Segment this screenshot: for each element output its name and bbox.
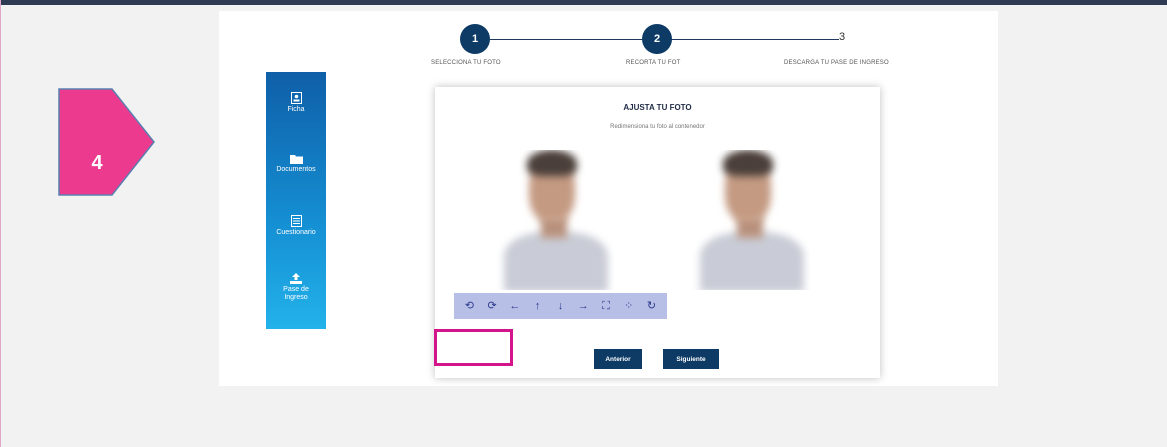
portal-page: 1 2 3 SELECCIONA TU FOTO RECORTA TU FOT … [219, 11, 998, 386]
sidebar-item-documentos[interactable]: Documentos [266, 154, 326, 174]
sidebar-item-cuestionario[interactable]: Cuestionario [266, 215, 326, 237]
rotate-right-icon[interactable]: ⟳ [484, 300, 500, 312]
step-1-circle[interactable]: 1 [460, 24, 490, 54]
stepper-line-2 [671, 39, 839, 40]
next-button-highlight [434, 329, 513, 366]
step-1-number: 1 [471, 33, 479, 45]
step-3-label: DESCARGA TU PASE DE INGRESO [784, 60, 889, 66]
step-marker-shape [58, 88, 155, 196]
arrow-up-icon[interactable]: ↑ [530, 300, 546, 312]
id-card-icon [290, 92, 302, 104]
reset-icon[interactable]: ↻ [644, 300, 660, 312]
folder-icon [289, 155, 303, 164]
sidebar-item-ficha[interactable]: Ficha [266, 92, 326, 114]
arrow-left-icon[interactable]: ← [507, 300, 523, 312]
photo-crop-source[interactable] [496, 150, 614, 290]
sidebar-item-label: Documentos [276, 166, 316, 173]
list-icon [290, 215, 302, 227]
photo-preview [692, 150, 810, 290]
next-button[interactable]: Siguiente [663, 349, 719, 369]
window-top-border [0, 0, 1167, 5]
sidebar-menu: Ficha Documentos Cuestionario Pase de In… [266, 72, 326, 329]
previous-button[interactable]: Anterior [594, 349, 642, 369]
arrow-right-icon[interactable]: → [575, 300, 591, 312]
upload-icon [290, 273, 302, 284]
step-marker-number: 4 [91, 152, 103, 174]
arrow-down-icon[interactable]: ↓ [552, 300, 568, 312]
step-1-label: SELECCIONA TU FOTO [431, 60, 501, 66]
rotate-left-icon[interactable]: ⟲ [461, 300, 477, 312]
zoom-in-icon[interactable]: ⛶ [598, 300, 614, 312]
stepper-line-1 [490, 39, 643, 40]
step-2-circle[interactable]: 2 [642, 24, 672, 54]
progress-stepper: 1 2 3 SELECCIONA TU FOTO RECORTA TU FOT … [219, 11, 998, 81]
step-marker: 4 [58, 88, 156, 196]
sidebar-item-label: Ficha [287, 106, 305, 113]
step-2-label: RECORTA TU FOT [626, 60, 681, 66]
step-2-number: 2 [653, 33, 661, 45]
slide-left-border [0, 0, 1, 447]
card-subtitle: Redimensiona tu foto al contenedor [610, 124, 705, 130]
step-3-number[interactable]: 3 [839, 31, 845, 43]
card-title: AJUSTA TU FOTO [623, 103, 692, 112]
sidebar-item-label: Cuestionario [276, 229, 316, 236]
zoom-out-icon[interactable]: ⁘ [621, 300, 637, 312]
sidebar-item-label: Pase de Ingreso [283, 286, 309, 301]
sidebar-item-pase-de-ingreso[interactable]: Pase de Ingreso [266, 273, 326, 302]
crop-toolbar: ⟲ ⟳ ← ↑ ↓ → ⛶ ⁘ ↻ [454, 293, 667, 319]
